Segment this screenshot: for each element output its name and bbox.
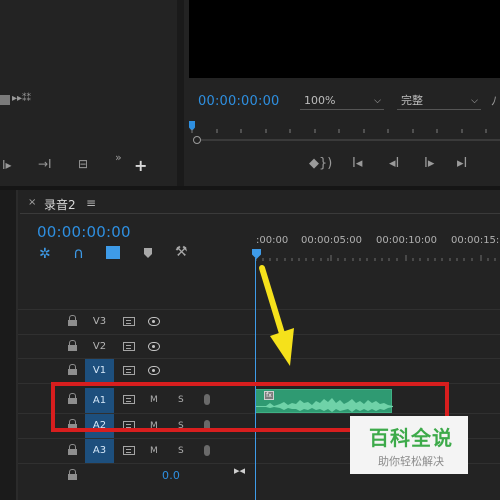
- snap-magnet-icon[interactable]: ∩: [73, 244, 84, 262]
- insert-icon[interactable]: ▸▸: [12, 93, 22, 104]
- panel-divider[interactable]: [177, 0, 184, 186]
- eye-icon[interactable]: [148, 366, 160, 375]
- wrench-icon[interactable]: ﾉ: [491, 92, 497, 109]
- ruler-label: 00:00:10:00: [376, 235, 438, 246]
- go-to-in-icon[interactable]: I◂: [352, 156, 362, 171]
- export-frame-icon[interactable]: ⊟: [78, 157, 88, 171]
- add-marker-icon[interactable]: ◆}): [309, 156, 332, 171]
- insert-clip-icon[interactable]: →I: [38, 157, 52, 171]
- track-name[interactable]: V2: [85, 335, 114, 359]
- step-back-icon[interactable]: ◂I: [389, 156, 399, 171]
- settings-wrench-icon[interactable]: ⚒: [175, 244, 188, 260]
- go-to-out-icon[interactable]: ▸I: [457, 156, 467, 171]
- zoom-value: 100%: [304, 94, 336, 107]
- master-volume-value[interactable]: 0.0: [162, 469, 180, 482]
- lock-icon[interactable]: [68, 340, 77, 351]
- solo-button[interactable]: S: [178, 439, 184, 463]
- tab-menu-icon[interactable]: ≡: [86, 196, 96, 210]
- track-name[interactable]: A3: [85, 439, 114, 463]
- zoom-scrollbar[interactable]: [201, 139, 500, 141]
- mic-icon[interactable]: [204, 445, 210, 456]
- more-icon[interactable]: »: [115, 151, 122, 164]
- lock-icon[interactable]: [68, 364, 77, 375]
- sequence-tab-title[interactable]: 录音2: [44, 196, 76, 213]
- eye-icon[interactable]: [148, 342, 160, 351]
- ruler-label: 00:00:15:: [451, 235, 500, 246]
- mute-button[interactable]: M: [150, 439, 158, 463]
- zoom-handle-icon[interactable]: [193, 136, 201, 144]
- tools-strip: [0, 190, 16, 500]
- watermark-title: 百科全说: [369, 426, 453, 450]
- add-button-icon[interactable]: +: [134, 158, 147, 174]
- chevron-down-icon: ⌵: [374, 96, 381, 106]
- program-monitor-viewer: [189, 0, 500, 78]
- lock-icon[interactable]: [68, 315, 77, 326]
- source-panel: [0, 0, 177, 186]
- watermark-logo: 百科全说 助你轻松解决: [350, 416, 468, 474]
- go-to-end-icon[interactable]: ▸◂: [234, 464, 245, 477]
- step-back-icon[interactable]: I▸: [2, 158, 12, 172]
- annotation-arrow: [259, 265, 294, 366]
- nest-icon[interactable]: ✲: [39, 246, 51, 262]
- lock-icon[interactable]: [68, 444, 77, 455]
- trim-icon[interactable]: ⁑⁑: [22, 94, 31, 104]
- chevron-down-icon: ⌵: [471, 96, 478, 106]
- sync-lock-icon[interactable]: [123, 366, 135, 375]
- sequence-timecode[interactable]: 00:00:00:00: [37, 223, 131, 241]
- sync-lock-icon[interactable]: [123, 446, 135, 455]
- program-timecode[interactable]: 00:00:00:00: [198, 94, 280, 109]
- track-name[interactable]: V1: [85, 359, 114, 383]
- sync-lock-icon[interactable]: [123, 317, 135, 326]
- timeline-ruler[interactable]: [255, 254, 500, 262]
- ruler-label: :00:00: [256, 235, 289, 246]
- close-tab-icon[interactable]: ×: [28, 197, 36, 208]
- quality-value: 完整: [401, 94, 423, 107]
- quality-dropdown[interactable]: 完整 ⌵: [397, 93, 481, 110]
- tab-underline: [20, 213, 500, 214]
- eye-icon[interactable]: [148, 317, 160, 326]
- watermark-subtitle: 助你轻松解决: [378, 455, 444, 468]
- track-name[interactable]: V3: [85, 310, 114, 334]
- linked-selection-icon[interactable]: [106, 246, 120, 259]
- lock-icon[interactable]: [68, 469, 77, 480]
- ruler-label: 00:00:05:00: [301, 235, 363, 246]
- program-ruler[interactable]: [189, 124, 500, 134]
- zoom-dropdown[interactable]: 100% ⌵: [300, 93, 384, 110]
- overwrite-icon[interactable]: [0, 95, 10, 105]
- step-forward-icon[interactable]: I▸: [424, 156, 434, 171]
- sync-lock-icon[interactable]: [123, 342, 135, 351]
